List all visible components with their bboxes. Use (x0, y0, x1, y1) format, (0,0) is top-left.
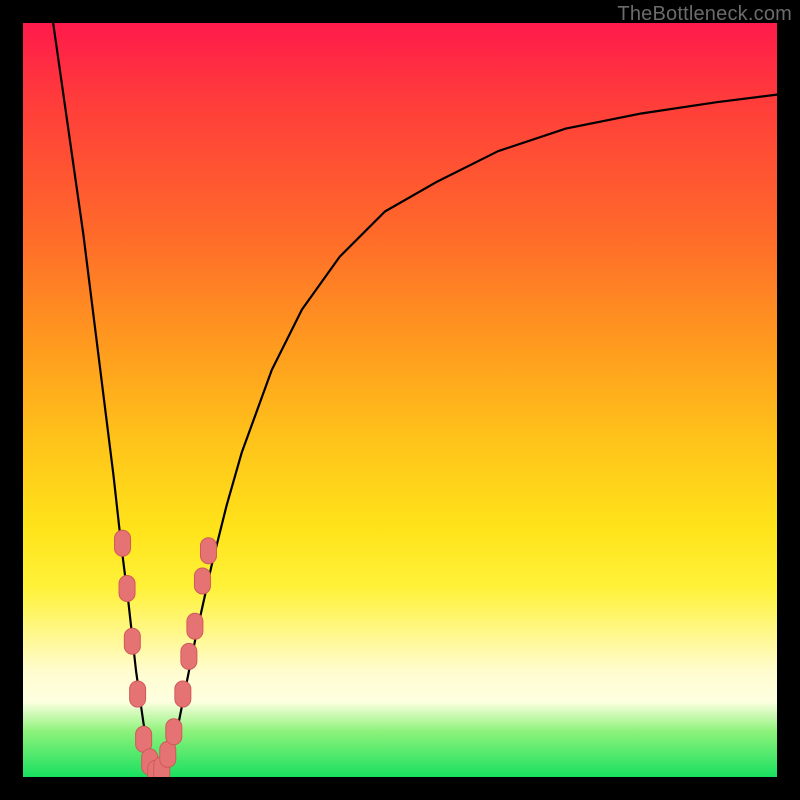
chart-frame: TheBottleneck.com (0, 0, 800, 800)
curve-layer (23, 23, 777, 777)
bottleneck-curve (53, 23, 777, 777)
data-marker (124, 628, 140, 654)
data-marker (194, 568, 210, 594)
data-marker (175, 681, 191, 707)
data-marker (187, 613, 203, 639)
watermark-text: TheBottleneck.com (617, 3, 792, 26)
data-marker (166, 719, 182, 745)
data-marker (130, 681, 146, 707)
data-marker (115, 530, 131, 556)
plot-area (23, 23, 777, 777)
data-marker (200, 538, 216, 564)
data-marker (181, 643, 197, 669)
data-marker (119, 576, 135, 602)
data-marker (136, 726, 152, 752)
data-marker (160, 741, 176, 767)
